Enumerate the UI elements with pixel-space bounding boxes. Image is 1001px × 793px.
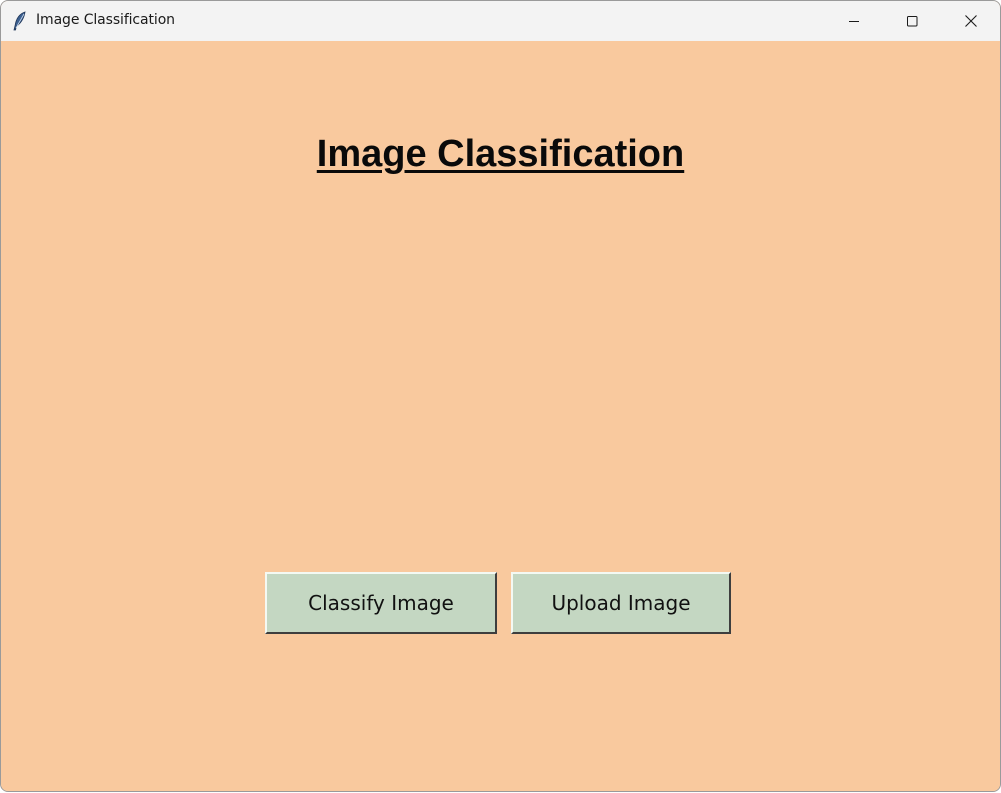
maximize-icon [906, 15, 918, 27]
app-window: Image Classification Image Classificatio… [0, 0, 1001, 792]
minimize-button[interactable] [825, 1, 883, 41]
feather-icon [12, 11, 28, 31]
upload-image-button[interactable]: Upload Image [511, 572, 731, 634]
window-title: Image Classification [36, 12, 175, 28]
close-icon [964, 14, 978, 28]
minimize-icon [848, 15, 860, 27]
title-bar[interactable]: Image Classification [1, 1, 1000, 41]
classify-image-button[interactable]: Classify Image [265, 572, 497, 634]
page-heading-text: Image Classification [316, 133, 685, 175]
maximize-button[interactable] [883, 1, 941, 41]
main-content: Image Classification Classify Image Uplo… [1, 41, 1000, 791]
page-heading: Image Classification [1, 132, 1000, 176]
close-button[interactable] [942, 1, 1000, 41]
